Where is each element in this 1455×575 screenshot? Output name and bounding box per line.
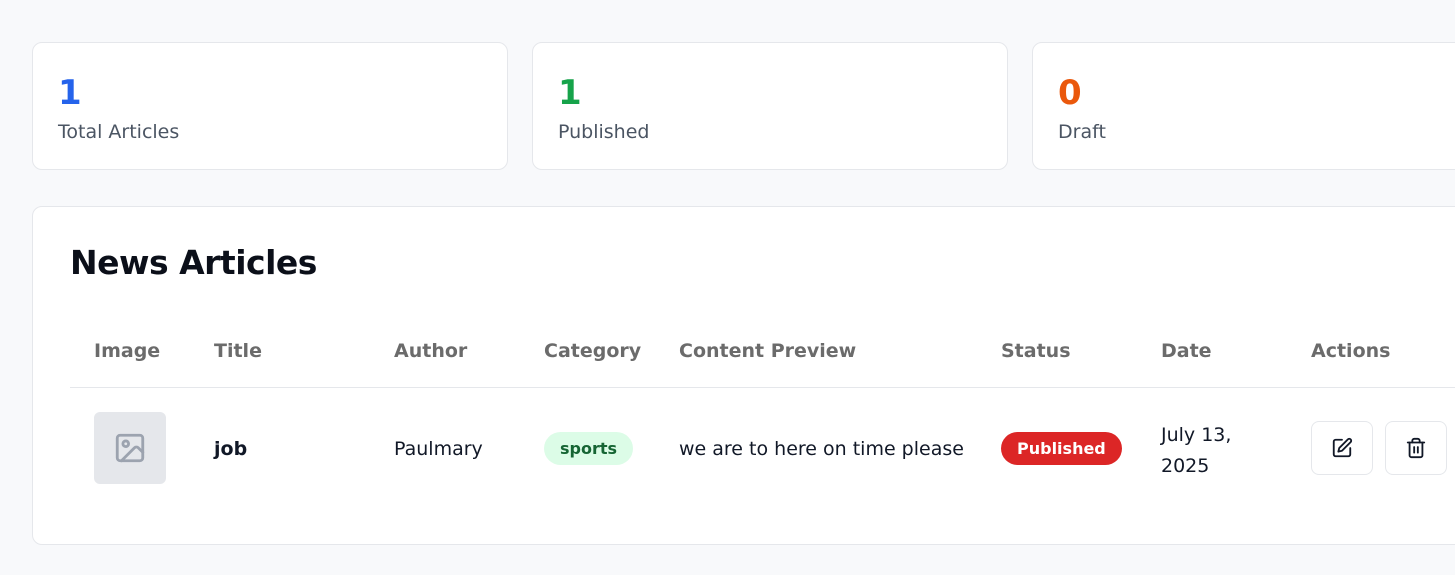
- trash-icon: [1406, 437, 1426, 459]
- article-date: July 13, 2025: [1161, 424, 1232, 477]
- stat-label-published: Published: [558, 121, 650, 143]
- content-preview: we are to here on time please: [679, 438, 964, 460]
- stat-value-published: 1: [558, 73, 582, 113]
- image-placeholder-icon: [115, 433, 145, 463]
- table-header-divider: [70, 387, 1455, 388]
- edit-button[interactable]: [1311, 421, 1373, 475]
- stat-card-draft: 0 Draft: [1032, 42, 1455, 170]
- column-header-title: Title: [214, 340, 262, 362]
- column-header-status: Status: [1001, 340, 1071, 362]
- column-header-date: Date: [1161, 340, 1212, 362]
- article-thumbnail: [94, 412, 166, 484]
- column-header-image: Image: [94, 340, 161, 362]
- article-author: Paulmary: [394, 438, 483, 460]
- news-articles-panel: News Articles Image Title Author Categor…: [32, 206, 1455, 545]
- edit-icon: [1332, 437, 1353, 458]
- stat-value-draft: 0: [1058, 73, 1082, 113]
- column-header-author: Author: [394, 340, 468, 362]
- stat-card-total: 1 Total Articles: [32, 42, 508, 170]
- stat-label-draft: Draft: [1058, 121, 1106, 143]
- stat-label-total: Total Articles: [58, 121, 180, 143]
- article-title[interactable]: job: [214, 438, 247, 460]
- column-header-category: Category: [544, 340, 642, 362]
- category-badge: sports: [544, 432, 634, 465]
- stat-value-total: 1: [58, 73, 82, 113]
- column-header-content-preview: Content Preview: [679, 340, 857, 362]
- stat-card-published: 1 Published: [532, 42, 1008, 170]
- dashboard-page: 1 Total Articles 1 Published 0 Draft New…: [0, 0, 1455, 575]
- panel-title: News Articles: [70, 243, 317, 282]
- status-badge: Published: [1001, 432, 1122, 465]
- delete-button[interactable]: [1385, 421, 1447, 475]
- column-header-actions: Actions: [1311, 340, 1391, 362]
